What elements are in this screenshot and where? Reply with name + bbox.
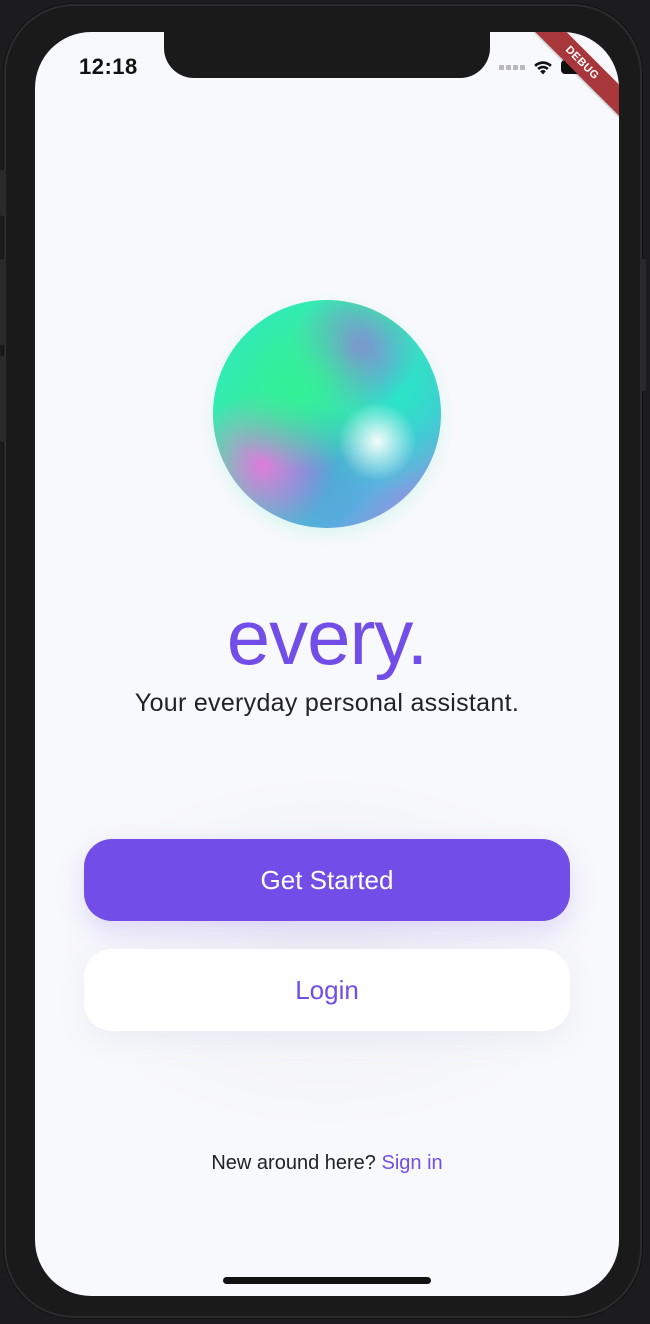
debug-banner: DEBUG xyxy=(521,32,619,124)
brand-orb-logo xyxy=(213,300,441,528)
sign-in-link[interactable]: Sign in xyxy=(381,1152,442,1174)
volume-down-button xyxy=(0,356,6,442)
cellular-signal-icon xyxy=(499,64,525,70)
app-screen: 12:18 DEBUG every. Your everyday persona… xyxy=(35,32,619,1296)
brand-title: every. xyxy=(226,593,429,681)
login-button[interactable]: Login xyxy=(84,949,570,1031)
device-frame: 12:18 DEBUG every. Your everyday persona… xyxy=(0,4,646,1318)
signup-prompt: New around here? Sign in xyxy=(35,1152,619,1175)
brand-tagline: Your everyday personal assistant. xyxy=(134,689,520,717)
mute-switch xyxy=(0,170,6,216)
home-indicator[interactable] xyxy=(223,1277,431,1284)
status-time: 12:18 xyxy=(79,54,138,79)
get-started-button[interactable]: Get Started xyxy=(84,839,570,921)
power-button xyxy=(640,259,646,391)
signup-prompt-text: New around here? xyxy=(211,1152,376,1174)
notch xyxy=(164,32,490,78)
wifi-icon xyxy=(534,61,552,75)
volume-up-button xyxy=(0,259,6,345)
